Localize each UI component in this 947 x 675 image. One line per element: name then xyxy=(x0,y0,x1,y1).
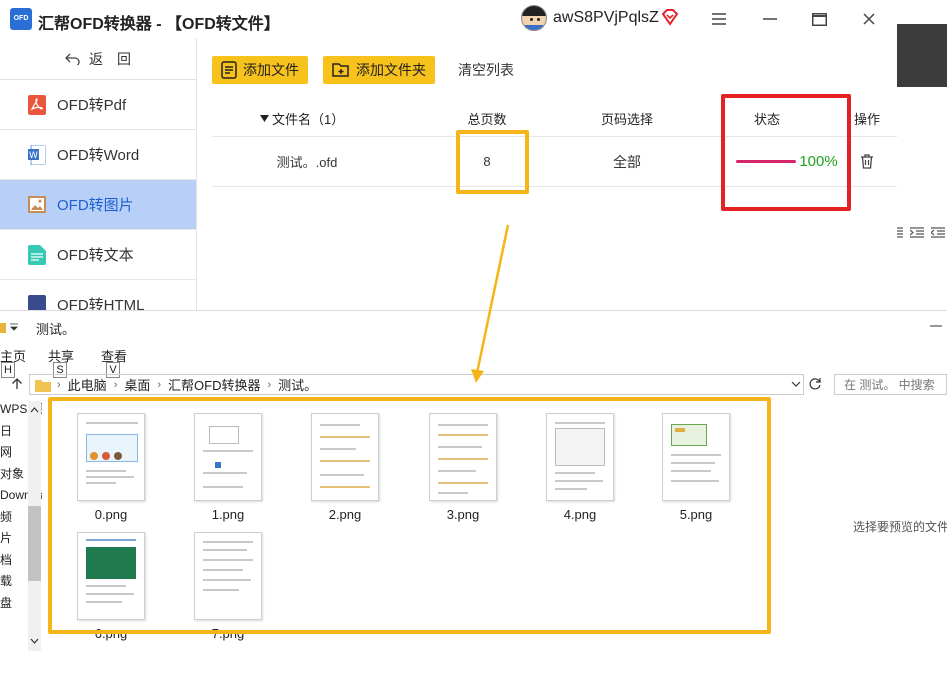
close-icon[interactable] xyxy=(859,9,879,29)
row-filename: 测试。.ofd xyxy=(276,155,338,170)
explorer-title: 测试。 xyxy=(36,322,76,337)
scroll-down-icon[interactable] xyxy=(30,638,39,644)
minimize-icon[interactable] xyxy=(760,9,780,29)
title-bar: OFD 汇帮OFD转换器 - 【OFD转文件】 awS8PVjPqlsZ xyxy=(0,0,897,38)
username[interactable]: awS8PVjPqlsZ xyxy=(553,9,659,27)
preview-pane-hint: 选择要预览的文件 xyxy=(853,520,947,534)
up-arrow-icon[interactable] xyxy=(11,378,23,390)
header-filename-label: 文件名（1） xyxy=(271,112,345,127)
breadcrumb-separator-icon: › xyxy=(57,378,61,391)
text-file-icon xyxy=(28,244,46,265)
quick-access-dropdown-icon[interactable] xyxy=(10,323,18,331)
trash-icon xyxy=(861,154,873,169)
background-window-edge xyxy=(897,24,947,87)
app-logo: OFD xyxy=(10,8,32,30)
breadcrumb-separator-icon: › xyxy=(267,378,272,391)
add-folder-button[interactable]: 添加文件夹 xyxy=(323,56,435,84)
address-bar[interactable]: › 此电脑 › 桌面 › 汇帮OFD转换器 › 测试。 xyxy=(29,374,804,395)
outdent-icon xyxy=(931,227,945,238)
highlight-pages-box xyxy=(456,130,529,194)
background-window-icons xyxy=(897,222,947,244)
breadcrumb-separator-icon: › xyxy=(113,378,118,391)
sidebar-item-label: OFD转图片 xyxy=(57,197,134,214)
add-file-label: 添加文件 xyxy=(243,62,299,78)
scroll-up-icon[interactable] xyxy=(30,407,39,413)
undo-icon xyxy=(65,53,80,65)
sidebar-item-ofd-to-pdf[interactable]: OFD转Pdf xyxy=(0,80,196,130)
breadcrumb-separator-icon: › xyxy=(157,378,162,391)
add-file-button[interactable]: 添加文件 xyxy=(212,56,308,84)
sidebar-item-ofd-to-text[interactable]: OFD转文本 xyxy=(0,230,196,280)
sidebar: 返 回 OFD转Pdf W OFD转Word OFD转图片 OFD转文本 OFD… xyxy=(0,38,197,330)
clear-list-button[interactable]: 清空列表 xyxy=(458,60,514,80)
refresh-icon[interactable] xyxy=(808,377,822,391)
breadcrumb-this-pc[interactable]: 此电脑 xyxy=(68,375,107,394)
word-icon: W xyxy=(28,144,46,165)
folder-icon xyxy=(35,379,51,392)
user-avatar[interactable] xyxy=(521,5,547,31)
breadcrumb-app-folder[interactable]: 汇帮OFD转换器 xyxy=(168,375,260,394)
menu-icon[interactable] xyxy=(709,9,729,29)
ofd-converter-window: OFD 汇帮OFD转换器 - 【OFD转文件】 awS8PVjPqlsZ 返 回 xyxy=(0,0,897,330)
back-label: 返 回 xyxy=(89,50,131,67)
sidebar-item-label: OFD转Word xyxy=(57,147,140,164)
header-action: 操作 xyxy=(853,112,880,127)
explorer-minimize-icon[interactable] xyxy=(930,325,942,327)
sort-down-icon xyxy=(260,115,269,122)
search-input[interactable]: 在 测试。 中搜索 xyxy=(834,374,947,395)
highlight-status-box xyxy=(721,94,851,211)
app-title: 汇帮OFD转换器 - 【OFD转文件】 xyxy=(38,16,280,33)
toolbar: 添加文件 添加文件夹 清空列表 xyxy=(212,56,514,84)
keytip-home: H xyxy=(1,362,15,378)
row-range[interactable]: 全部 xyxy=(597,137,657,186)
file-explorer-window: 测试。 主页 共享 查看 H S V › 此电脑 › 桌面 › 汇帮OFD转换器… xyxy=(0,310,947,675)
delete-button[interactable] xyxy=(857,137,877,186)
sidebar-item-label: OFD转Pdf xyxy=(57,97,127,114)
pdf-icon xyxy=(28,94,46,115)
breadcrumb-test-folder[interactable]: 测试。 xyxy=(278,375,317,394)
indent-icon xyxy=(910,227,924,238)
nav-scrollbar-thumb[interactable] xyxy=(28,506,41,581)
breadcrumb-desktop[interactable]: 桌面 xyxy=(124,375,150,394)
highlight-output-files-box xyxy=(48,397,771,634)
add-file-icon xyxy=(221,61,237,79)
add-folder-icon xyxy=(332,63,349,77)
header-filename[interactable]: 文件名（1） xyxy=(260,101,344,136)
sidebar-item-label: OFD转文本 xyxy=(57,247,134,264)
vip-diamond-icon[interactable] xyxy=(661,8,679,26)
svg-text:W: W xyxy=(29,151,38,161)
maximize-icon[interactable] xyxy=(809,9,829,29)
align-icon xyxy=(897,227,903,238)
sidebar-item-ofd-to-image[interactable]: OFD转图片 xyxy=(0,180,196,230)
folder-edge-icon xyxy=(0,323,6,333)
header-range: 页码选择 xyxy=(600,112,653,127)
add-folder-label: 添加文件夹 xyxy=(356,62,426,78)
back-button[interactable]: 返 回 xyxy=(0,38,196,80)
image-icon xyxy=(28,195,46,213)
sidebar-item-ofd-to-word[interactable]: W OFD转Word xyxy=(0,130,196,180)
chevron-down-icon[interactable] xyxy=(791,380,801,388)
